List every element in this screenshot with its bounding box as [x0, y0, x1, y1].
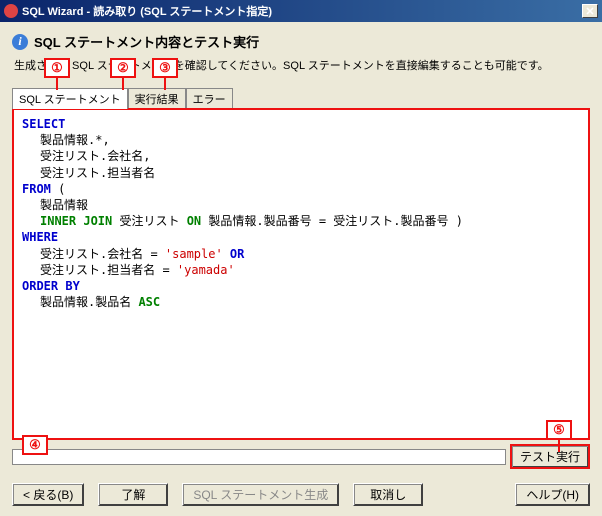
where-cond: 受注リスト.担当者名 = [40, 263, 177, 277]
callout-line [122, 78, 124, 90]
kw-on: ON [187, 214, 201, 228]
tabs: SQL ステートメント 実行結果 エラー [12, 87, 590, 108]
test-execute-button[interactable]: テスト実行 [510, 444, 590, 469]
kw-select: SELECT [22, 117, 65, 131]
test-row: テスト実行 [12, 444, 590, 469]
callout-3: ③ [152, 58, 178, 78]
select-field: 受注リスト.会社名, [40, 149, 150, 163]
tab-sql-statement[interactable]: SQL ステートメント [12, 88, 128, 109]
select-field: 製品情報.*, [40, 133, 110, 147]
callout-2: ② [110, 58, 136, 78]
callout-number: ④ [29, 437, 41, 453]
info-icon: i [12, 34, 28, 50]
help-button[interactable]: ヘルプ(H) [515, 483, 590, 506]
header-title: SQL ステートメント内容とテスト実行 [34, 32, 259, 51]
where-cond: 受注リスト.会社名 = [40, 247, 165, 261]
header-description: 生成された SQL ステートメントを確認してください。SQL ステートメントを直… [14, 57, 590, 73]
close-button[interactable]: ✕ [582, 4, 598, 18]
kw-from: FROM [22, 182, 51, 196]
kw-or: OR [223, 247, 245, 261]
titlebar: SQL Wizard - 読み取り (SQL ステートメント指定) ✕ [0, 0, 602, 22]
callout-4: ④ [22, 435, 48, 455]
tab-results[interactable]: 実行結果 [128, 88, 186, 109]
callout-line [56, 78, 58, 90]
from-table: 製品情報 [40, 198, 88, 212]
callout-number: ⑤ [553, 422, 565, 438]
join-table: 受注リスト [112, 214, 186, 228]
callout-line [164, 78, 166, 90]
select-field: 受注リスト.担当者名 [40, 166, 155, 180]
kw-where: WHERE [22, 230, 58, 244]
titlebar-text: SQL Wizard - 読み取り (SQL ステートメント指定) [22, 3, 582, 19]
callout-number: ③ [159, 60, 171, 76]
kw-inner-join: INNER JOIN [40, 214, 112, 228]
back-button[interactable]: < 戻る(B) [12, 483, 84, 506]
app-icon [4, 4, 18, 18]
progress-bar [12, 449, 506, 465]
callout-5: ⑤ [546, 420, 572, 440]
on-cond: 製品情報.製品番号 = 受注リスト.製品番号 ) [201, 214, 463, 228]
callout-1: ① [44, 58, 70, 78]
generate-sql-button: SQL ステートメント生成 [182, 483, 339, 506]
kw-orderby: ORDER BY [22, 279, 80, 293]
where-val: 'sample' [165, 247, 223, 261]
ok-button[interactable]: 了解 [98, 483, 168, 506]
cancel-button[interactable]: 取消し [353, 483, 423, 506]
kw-asc: ASC [138, 295, 160, 309]
callout-number: ① [51, 60, 63, 76]
sql-editor[interactable]: SELECT 製品情報.*, 受注リスト.会社名, 受注リスト.担当者名 FRO… [12, 108, 590, 440]
paren: ( [51, 182, 65, 196]
callout-line [558, 440, 560, 452]
header-row: i SQL ステートメント内容とテスト実行 [12, 32, 590, 51]
tab-errors[interactable]: エラー [186, 88, 233, 109]
button-row: < 戻る(B) 了解 SQL ステートメント生成 取消し ヘルプ(H) [12, 483, 590, 506]
dialog-body: i SQL ステートメント内容とテスト実行 生成された SQL ステートメントを… [0, 22, 602, 516]
where-val: 'yamada' [177, 263, 235, 277]
callout-number: ② [117, 60, 129, 76]
orderby-field: 製品情報.製品名 [40, 295, 138, 309]
